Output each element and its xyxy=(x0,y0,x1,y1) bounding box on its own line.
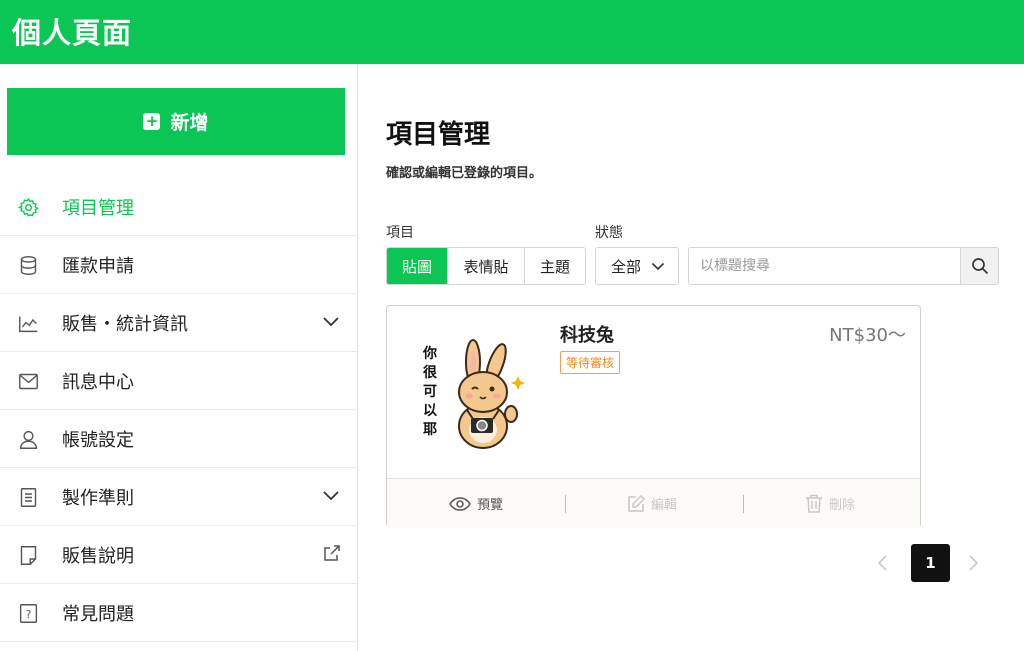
page-number-button[interactable]: 1 xyxy=(911,544,950,582)
pagination: 1 xyxy=(359,544,1024,584)
preview-button[interactable]: 預覽 xyxy=(449,494,503,513)
sidebar-item-label: 訊息中心 xyxy=(62,371,134,393)
item-price: NT$30～ xyxy=(829,325,906,346)
sidebar-item-remittance[interactable]: 匯款申請 xyxy=(0,236,357,294)
sidebar-item-label: 販售・統計資訊 xyxy=(62,313,188,335)
sidebar-item-label: 帳號設定 xyxy=(62,429,134,451)
plus-icon: + xyxy=(143,113,161,130)
sidebar-item-faq[interactable]: ? 常見問題 xyxy=(0,584,357,642)
chevron-down-icon xyxy=(323,317,339,327)
page-title: 項目管理 xyxy=(386,120,491,150)
sidebar-item-sales-guide[interactable]: 販售說明 xyxy=(0,526,357,584)
chevron-right-icon[interactable] xyxy=(967,554,979,572)
sidebar-item-label: 匯款申請 xyxy=(62,255,134,277)
page-description: 確認或編輯已登錄的項目。 xyxy=(386,166,543,181)
search-input[interactable] xyxy=(689,248,960,284)
document-icon xyxy=(20,488,37,507)
search-button[interactable] xyxy=(960,248,998,284)
preview-label: 預覽 xyxy=(477,498,504,513)
edit-button[interactable]: 編輯 xyxy=(627,494,677,513)
database-icon xyxy=(20,256,37,275)
sidebar-item-label: 項目管理 xyxy=(62,197,134,219)
edit-label: 編輯 xyxy=(651,498,678,513)
item-title: 科技兔 xyxy=(560,325,614,346)
type-tab-sticker[interactable]: 貼圖 xyxy=(387,248,448,284)
sidebar-item-guidelines[interactable]: 製作準則 xyxy=(0,468,357,526)
status-dropdown-value: 全部 xyxy=(611,257,642,276)
sidebar-item-label: 販售說明 xyxy=(62,545,134,567)
item-type-segmented-control: 貼圖 表情貼 主題 xyxy=(386,247,586,285)
svg-text:?: ? xyxy=(26,609,32,621)
type-tab-emoji[interactable]: 表情貼 xyxy=(448,248,525,284)
search-icon xyxy=(971,258,988,275)
status-badge: 等待審核 xyxy=(560,351,621,374)
sidebar: + 新增 項目管理 匯款申請 販售・統計資訊 訊息中心 帳號設定 製作準則 販售… xyxy=(0,64,358,651)
external-link-icon xyxy=(324,545,340,561)
sidebar-item-item-management[interactable]: 項目管理 xyxy=(0,178,357,236)
sidebar-item-label: 製作準則 xyxy=(62,487,134,509)
sidebar-item-messages[interactable]: 訊息中心 xyxy=(0,352,357,410)
item-type-label: 項目 xyxy=(386,225,414,241)
card-actions: 預覽 編輯 刪除 xyxy=(387,478,920,528)
delete-label: 刪除 xyxy=(829,498,856,513)
page-header-title: 個人頁面 xyxy=(12,16,133,50)
chevron-down-icon xyxy=(651,262,665,271)
sticker-thumbnail: 你很可以耶 xyxy=(422,339,525,449)
main-content: 項目管理 確認或編輯已登錄的項目。 項目 狀態 貼圖 表情貼 主題 全部 以標題… xyxy=(359,64,1024,651)
note-icon xyxy=(20,546,37,565)
gear-icon xyxy=(18,198,39,217)
sidebar-item-sales-stats[interactable]: 販售・統計資訊 xyxy=(0,294,357,352)
eye-icon xyxy=(449,496,471,511)
sticker-text: 你很可以耶 xyxy=(422,345,438,438)
edit-icon xyxy=(628,494,645,512)
sidebar-item-label: 常見問題 xyxy=(62,603,134,625)
item-card[interactable]: 你很可以耶 科技兔 等待審核 NT$30～ 預覽 編輯 刪除 xyxy=(386,305,921,528)
question-icon: ? xyxy=(19,604,38,623)
mail-icon xyxy=(19,373,38,390)
status-dropdown[interactable]: 全部 xyxy=(595,247,679,285)
add-new-button[interactable]: + 新增 xyxy=(7,88,345,155)
delete-button[interactable]: 刪除 xyxy=(805,494,855,513)
status-label: 狀態 xyxy=(595,225,623,241)
chevron-down-icon xyxy=(323,491,339,501)
action-divider xyxy=(743,495,744,513)
action-divider xyxy=(565,495,566,513)
top-bar: 個人頁面 xyxy=(0,0,1024,64)
chevron-left-icon[interactable] xyxy=(877,554,889,572)
sidebar-nav: 項目管理 匯款申請 販售・統計資訊 訊息中心 帳號設定 製作準則 販售說明 ? … xyxy=(0,178,357,642)
search-box xyxy=(688,247,999,285)
chart-icon xyxy=(19,316,38,333)
trash-icon xyxy=(806,494,822,513)
add-new-label: 新增 xyxy=(170,112,209,134)
type-tab-theme[interactable]: 主題 xyxy=(525,248,585,284)
sidebar-item-account-settings[interactable]: 帳號設定 xyxy=(0,410,357,468)
user-icon xyxy=(19,430,38,449)
